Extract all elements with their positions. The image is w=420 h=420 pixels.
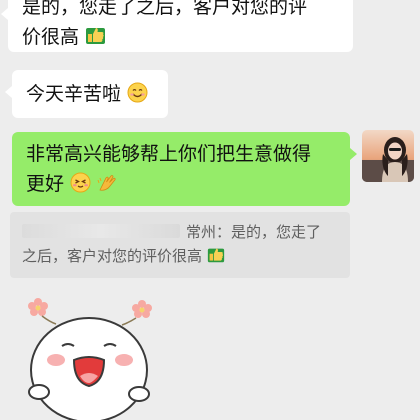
- message-text: 更好: [26, 173, 65, 195]
- clap-emoji-icon: [97, 172, 118, 193]
- message-text-line: 非常高兴能够帮上你们把生意做得: [26, 143, 312, 165]
- message-text: 价很高: [22, 26, 80, 48]
- quote-text: 之后，客户对您的评价很高: [22, 247, 203, 265]
- quote-text: 常州：是的，您走了: [186, 223, 322, 241]
- quote-line: 之后，客户对您的评价很高: [22, 244, 338, 268]
- incoming-message[interactable]: 是的，您走了之后，客户对您的评 价很高: [1, 0, 353, 52]
- user-avatar[interactable]: [362, 130, 414, 182]
- message-text: 今天辛苦啦: [26, 83, 122, 105]
- message-text-line: 价很高: [22, 22, 339, 52]
- outgoing-message[interactable]: 非常高兴能够帮上你们把生意做得 更好: [12, 132, 357, 206]
- thumbs-up-emoji-icon: [85, 25, 106, 46]
- redacted-sender: [22, 224, 180, 238]
- thumbs-up-emoji-icon: [207, 246, 225, 264]
- incoming-message[interactable]: 今天辛苦啦: [5, 70, 168, 118]
- flower-left-icon: [28, 298, 48, 316]
- message-text-line: 是的，您走了之后，客户对您的评: [22, 0, 308, 18]
- quoted-message[interactable]: 常州：是的，您走了 之后，客户对您的评价很高: [10, 212, 350, 278]
- chat-view: 是的，您走了之后，客户对您的评 价很高 今天辛苦啦 非常高兴能够帮上你们把生意做…: [0, 0, 420, 420]
- message-text-line: 更好: [26, 169, 336, 199]
- flower-right-icon: [132, 300, 152, 318]
- blush-emoji-icon: [70, 172, 91, 193]
- smile-emoji-icon: [127, 82, 148, 103]
- cartoon-sticker[interactable]: [12, 290, 162, 420]
- quote-line: 常州：是的，您走了: [22, 220, 338, 244]
